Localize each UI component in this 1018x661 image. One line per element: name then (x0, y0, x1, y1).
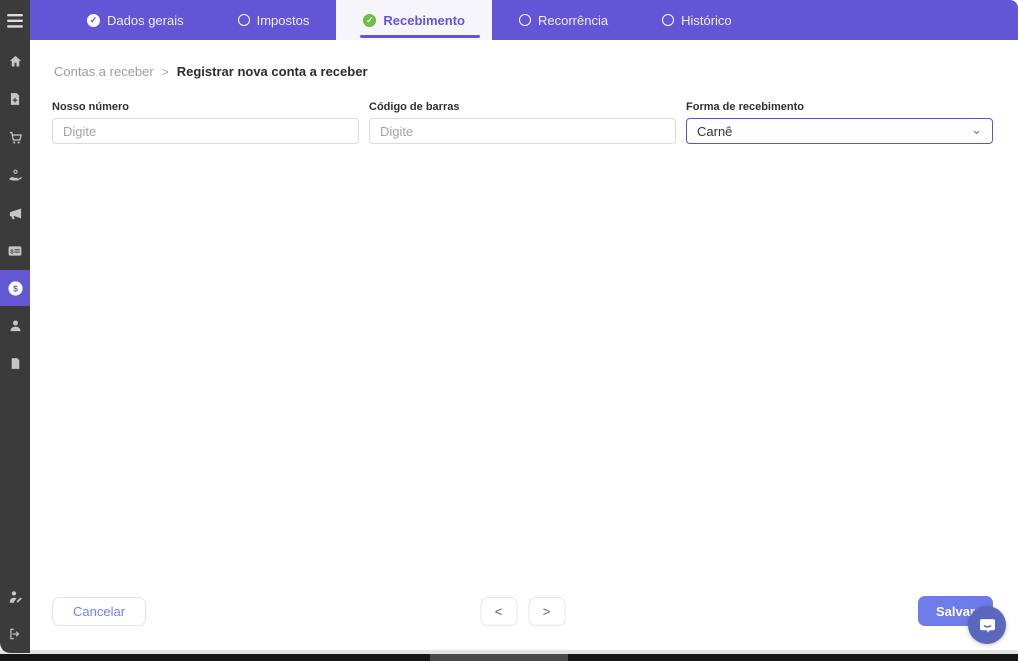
field-nosso-numero: Nosso número (52, 101, 359, 144)
chevron-left-icon: < (495, 604, 503, 619)
nosso-numero-label: Nosso número (52, 101, 359, 113)
home-icon[interactable] (0, 42, 30, 80)
forma-de-recebimento-select[interactable]: Carnê ⌄ (686, 118, 993, 144)
page-title: Registrar nova conta a receber (177, 64, 368, 79)
field-codigo-de-barras: Código de barras (369, 101, 676, 144)
previous-step-button[interactable]: < (480, 597, 517, 626)
empty-circle-icon (662, 14, 674, 26)
user-icon[interactable] (0, 306, 30, 344)
chevron-down-icon: ⌄ (971, 123, 982, 136)
logout-icon[interactable] (0, 615, 30, 653)
file-icon[interactable] (0, 344, 30, 382)
select-value: Carnê (697, 124, 732, 139)
sidebar-item-finance-active[interactable]: $ (0, 270, 30, 306)
tab-label: Recebimento (383, 13, 465, 28)
tab-impostos[interactable]: Impostos (211, 0, 337, 40)
dollar-circle-icon: $ (13, 283, 18, 293)
main-content: Contas a receber > Registrar nova conta … (30, 40, 1018, 653)
codigo-de-barras-label: Código de barras (369, 101, 676, 113)
cancel-button[interactable]: Cancelar (52, 597, 146, 626)
check-circle-icon: ✓ (87, 14, 100, 27)
cart-icon[interactable] (0, 118, 30, 156)
app-window: $ $ ✓ Dados gerais Impostos ✓ Rece (0, 0, 1018, 653)
tab-historico[interactable]: Histórico (635, 0, 759, 40)
forma-de-recebimento-label: Forma de recebimento (686, 101, 993, 113)
hand-coin-icon[interactable] (0, 156, 30, 194)
active-tab-underline (360, 35, 480, 38)
tab-dados-gerais[interactable]: ✓ Dados gerais (60, 0, 211, 40)
hamburger-menu-icon[interactable] (0, 0, 30, 42)
codigo-de-barras-input[interactable] (369, 118, 676, 144)
next-step-button[interactable]: > (528, 597, 565, 626)
check-circle-green-icon: ✓ (363, 14, 376, 27)
tab-label: Recorrência (538, 13, 608, 28)
user-edit-icon[interactable] (0, 577, 30, 615)
tab-label: Histórico (681, 13, 732, 28)
chat-bubble-icon (978, 616, 997, 635)
file-plus-icon[interactable] (0, 80, 30, 118)
step-pager: < > (480, 597, 565, 626)
os-taskbar-segment (430, 654, 568, 661)
receivable-form: Nosso número Código de barras Forma de r… (30, 79, 1018, 144)
megaphone-icon[interactable] (0, 194, 30, 232)
footer-actions: Cancelar < > Salvar (52, 596, 993, 626)
payment-card-icon[interactable]: $ (0, 232, 30, 270)
empty-circle-icon (238, 14, 250, 26)
sidebar: $ $ (0, 0, 30, 653)
chevron-right-icon: > (543, 604, 551, 619)
nosso-numero-input[interactable] (52, 118, 359, 144)
breadcrumb-parent-link[interactable]: Contas a receber (54, 64, 154, 79)
wizard-tab-bar: ✓ Dados gerais Impostos ✓ Recebimento Re… (30, 0, 1018, 40)
os-taskbar-strip (0, 654, 1018, 661)
empty-circle-icon (519, 14, 531, 26)
breadcrumb: Contas a receber > Registrar nova conta … (30, 40, 1018, 79)
tab-label: Impostos (257, 13, 310, 28)
breadcrumb-separator: > (162, 65, 169, 79)
chat-launcher-button[interactable] (968, 606, 1006, 644)
field-forma-de-recebimento: Forma de recebimento Carnê ⌄ (686, 101, 993, 144)
tab-recorrencia[interactable]: Recorrência (492, 0, 635, 40)
tab-recebimento[interactable]: ✓ Recebimento (336, 0, 492, 40)
tab-label: Dados gerais (107, 13, 184, 28)
